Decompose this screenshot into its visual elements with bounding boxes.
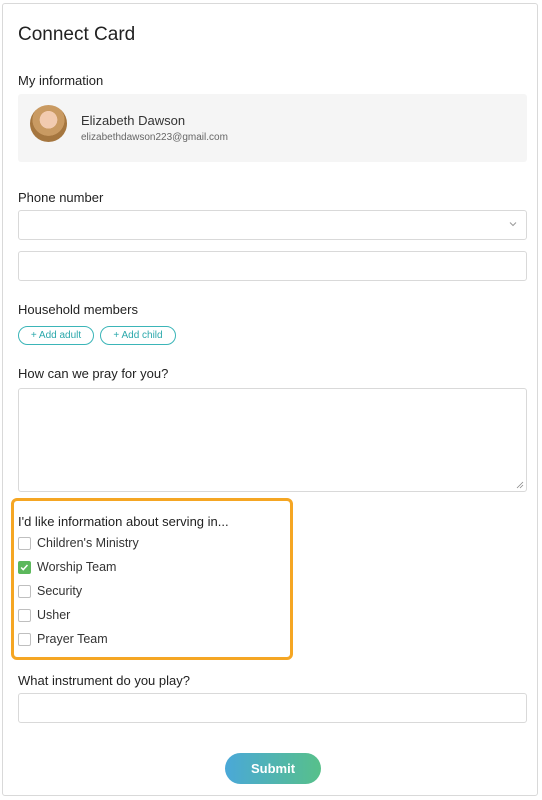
phone-number-input[interactable] — [18, 251, 527, 281]
avatar — [30, 105, 67, 142]
checkbox-label: Usher — [37, 608, 71, 622]
checkbox-label: Children's Ministry — [37, 536, 139, 550]
add-child-button[interactable]: + Add child — [100, 326, 176, 345]
checkbox[interactable] — [18, 537, 31, 550]
connect-card: Connect Card My information Elizabeth Da… — [2, 3, 538, 796]
my-information-heading: My information — [18, 73, 104, 88]
page-title: Connect Card — [18, 24, 136, 45]
chevron-down-icon — [509, 222, 517, 227]
checkbox[interactable] — [18, 633, 31, 646]
add-adult-button[interactable]: + Add adult — [18, 326, 94, 345]
checkmark-icon — [20, 564, 29, 571]
resize-handle-icon[interactable] — [516, 481, 524, 489]
instrument-input[interactable] — [18, 693, 527, 723]
my-information-box: Elizabeth Dawson elizabethdawson223@gmai… — [18, 94, 527, 162]
prayer-heading: How can we pray for you? — [18, 366, 169, 381]
user-name: Elizabeth Dawson — [81, 113, 186, 128]
user-email: elizabethdawson223@gmail.com — [81, 132, 228, 143]
checkbox-label: Prayer Team — [37, 632, 108, 646]
instrument-heading: What instrument do you play? — [18, 673, 190, 688]
prayer-textarea[interactable] — [18, 388, 527, 492]
checkbox-label: Security — [37, 584, 83, 598]
serving-heading: I'd like information about serving in... — [18, 514, 229, 529]
checkbox[interactable] — [18, 609, 31, 622]
checkbox[interactable] — [18, 561, 31, 574]
checkbox[interactable] — [18, 585, 31, 598]
household-members-heading: Household members — [18, 302, 138, 317]
phone-number-heading: Phone number — [18, 190, 104, 205]
checkbox-label: Worship Team — [37, 560, 117, 574]
phone-country-select[interactable] — [18, 210, 527, 240]
submit-button[interactable]: Submit — [225, 753, 321, 784]
